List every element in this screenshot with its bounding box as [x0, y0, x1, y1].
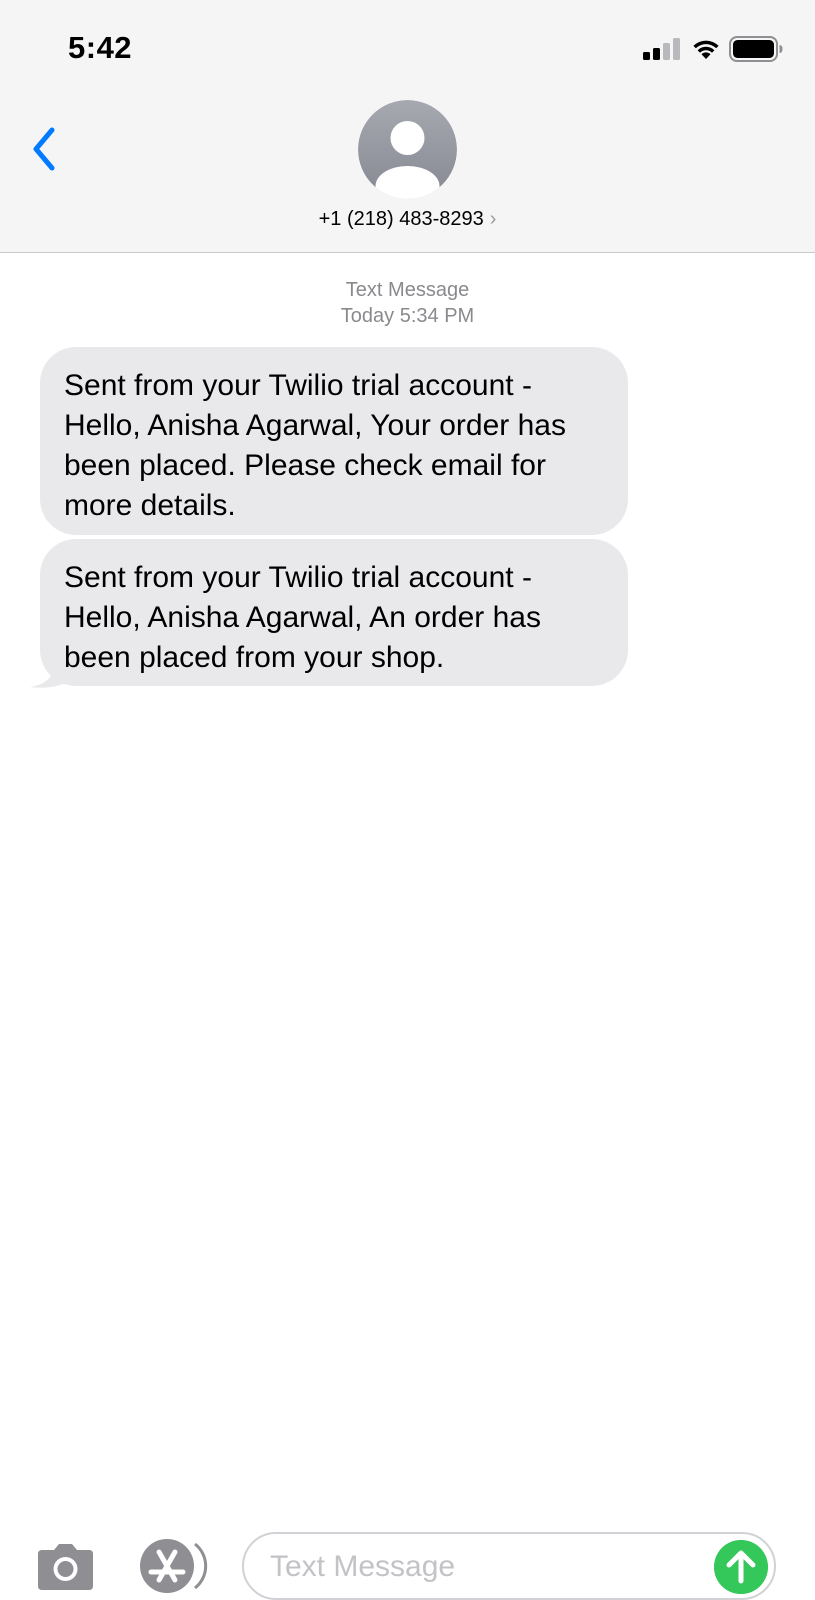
contact-number: +1 (218) 483-8293 [318, 208, 484, 230]
cellular-signal-icon [643, 38, 680, 60]
wifi-icon [693, 40, 719, 59]
send-button[interactable] [714, 1540, 768, 1594]
message-input-field[interactable] [242, 1532, 776, 1600]
battery-icon [729, 36, 783, 62]
camera-icon[interactable] [34, 1544, 97, 1590]
contact-name[interactable]: +1 (218) 483-8293 › [0, 208, 815, 231]
message-bubble-incoming[interactable]: Sent from your Twilio trial account - He… [40, 539, 628, 686]
message-bubble-incoming[interactable]: Sent from your Twilio trial account - He… [40, 347, 628, 535]
message-input[interactable] [270, 1544, 700, 1590]
chevron-right-icon: › [489, 208, 497, 230]
message-timestamp: Today 5:34 PM [340, 305, 475, 327]
navigation-header: 5:42 +1 (218) 483-8293 › [0, 0, 815, 253]
back-chevron-icon[interactable] [28, 124, 62, 174]
contact-avatar-icon[interactable] [358, 100, 457, 199]
message-service-label: Text Message [345, 279, 470, 301]
status-time: 5:42 [68, 30, 133, 65]
app-store-icon[interactable] [137, 1538, 209, 1594]
